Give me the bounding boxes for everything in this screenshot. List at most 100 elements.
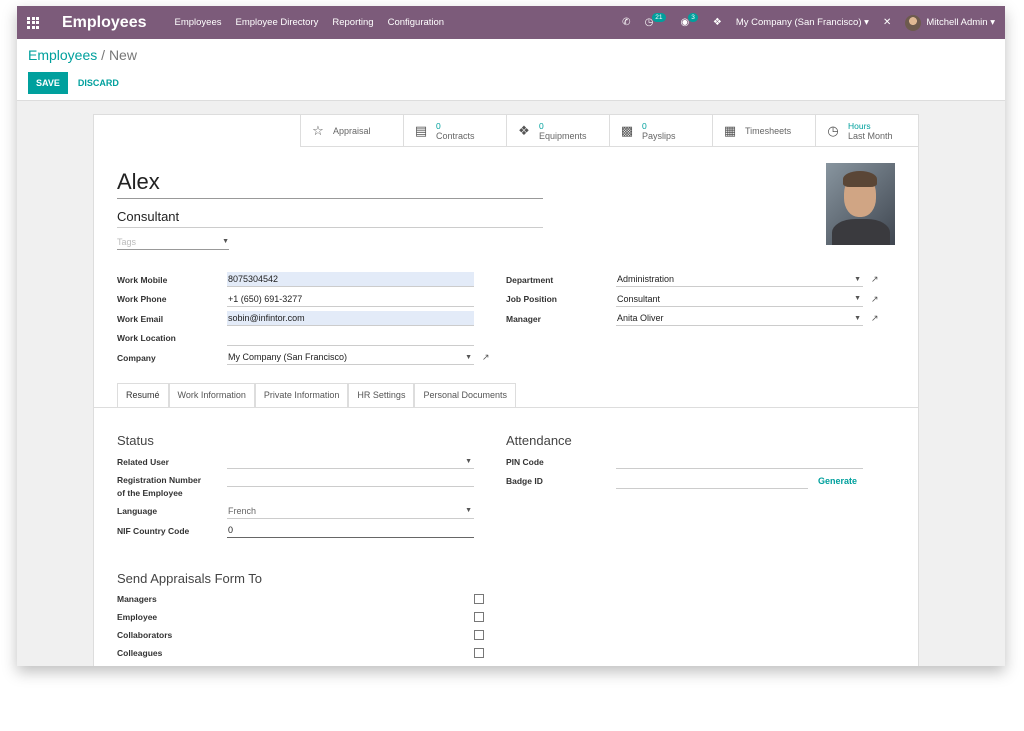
menu-item-reporting[interactable]: Reporting [332,17,373,28]
right-field-group: Department Administration ▼ ↗ Job Positio… [506,270,895,368]
clock-icon: ◷ [827,123,839,138]
contracts-button[interactable]: ▤ 0 Contracts [403,115,506,147]
chevron-down-icon: ▼ [854,314,861,322]
tools-icon[interactable]: ✕ [883,17,891,28]
user-name: Mitchell Admin [926,17,988,28]
manager-select[interactable]: Anita Oliver ▼ [616,311,863,327]
department-select[interactable]: Administration ▼ [616,272,863,288]
star-icon: ☆ [312,123,324,138]
appraisal-row-collaborators: Collaborators [117,626,895,644]
work-mobile-label: Work Mobile [117,274,168,285]
breadcrumb: Employees / New [28,47,994,63]
job-position-label: Job Position [506,294,557,305]
tab-resume[interactable]: Resumé [117,383,169,407]
user-menu[interactable]: Mitchell Admin ▾ [926,17,995,28]
menu-item-configuration[interactable]: Configuration [388,17,445,28]
attendance-group: Attendance PIN Code Badge ID Generate [506,433,895,541]
language-label: Language [117,506,158,517]
status-group: Status Related User ▼ Registration Numbe… [117,433,506,541]
related-user-select[interactable]: ▼ [227,454,474,470]
external-link-icon[interactable]: ↗ [871,294,879,305]
tab-hr-settings[interactable]: HR Settings [348,383,415,407]
work-location-label: Work Location [117,333,176,344]
tags-input[interactable]: Tags ▼ [117,232,229,250]
job-title-input[interactable]: Consultant [117,203,543,228]
money-icon: ▩ [620,123,634,138]
contracts-label: Contracts [436,131,475,141]
apps-grid-icon[interactable] [27,16,41,29]
generate-badge-button[interactable]: Generate [818,476,857,486]
manager-value: Anita Oliver [617,313,664,324]
appraisal-employee-checkbox[interactable] [474,611,484,622]
registration-number-input[interactable] [227,472,474,487]
chat-icon[interactable]: ◉ 3 [681,13,699,28]
field-row-nif-country-code: NIF Country Code 0 [117,521,506,541]
work-email-label: Work Email [117,313,164,324]
appraisal-colleagues-checkbox[interactable] [474,647,484,658]
menu-item-employees[interactable]: Employees [174,17,221,28]
nif-country-code-label: NIF Country Code [117,525,190,536]
appraisal-title: Send Appraisals Form To [117,570,262,586]
external-link-icon[interactable]: ↗ [482,352,490,363]
employee-fields: Work Mobile 8075304542 Work Phone +1 (65… [117,270,895,368]
field-row-manager: Manager Anita Oliver ▼ ↗ [506,309,895,329]
work-phone-input[interactable]: +1 (650) 691-3277 [227,292,474,307]
tags-placeholder: Tags [117,237,137,247]
employee-name-input[interactable]: Alex [117,169,543,199]
job-position-value: Consultant [617,293,661,304]
tab-private-information[interactable]: Private Information [254,383,349,407]
timesheets-button[interactable]: ▦ Timesheets [712,115,815,147]
field-row-department: Department Administration ▼ ↗ [506,270,895,290]
breadcrumb-separator: / [101,47,106,63]
company-select[interactable]: My Company (San Francisco) ▼ [227,350,474,366]
nif-country-code-input[interactable]: 0 [227,523,474,539]
discard-button[interactable]: DISCARD [78,78,119,88]
pin-code-input[interactable] [616,454,863,470]
chevron-down-icon: ▼ [465,457,472,465]
equipments-button[interactable]: ❖ 0 Equipments [506,115,609,147]
external-link-icon[interactable]: ↗ [871,274,879,285]
appraisal-managers-checkbox[interactable] [474,593,484,604]
tab-divider [94,407,918,408]
activity-badge: 21 [652,13,666,22]
activity-icon[interactable]: ◷ 21 [645,13,667,28]
field-row-work-phone: Work Phone +1 (650) 691-3277 [117,290,506,310]
avatar[interactable] [905,14,922,31]
payslips-button[interactable]: ▩ 0 Payslips [609,115,712,147]
message-badge: 3 [688,13,698,22]
save-button[interactable]: SAVE [28,72,68,94]
external-link-icon[interactable]: ↗ [871,313,879,324]
company-switcher[interactable]: My Company (San Francisco) ▾ [736,17,869,28]
hours-button[interactable]: ◷ Hours Last Month [815,115,918,147]
language-select[interactable]: French ▼ [227,504,474,519]
badge-id-label: Badge ID [506,476,543,487]
appraisal-collaborators-checkbox[interactable] [474,629,484,640]
appraisal-label: Appraisal [333,126,371,136]
work-location-input[interactable] [227,331,474,346]
app-name[interactable]: Employees [62,14,146,32]
field-row-company: Company My Company (San Francisco) ▼ ↗ [117,348,506,368]
hours-value: Hours [848,121,871,131]
company-label: Company [117,352,156,363]
work-phone-label: Work Phone [117,294,167,305]
appraisal-button[interactable]: ☆ Appraisal [300,115,403,147]
work-mobile-input[interactable]: 8075304542 [227,272,474,288]
tab-work-information[interactable]: Work Information [168,383,255,407]
phone-icon[interactable]: ✆ [622,17,630,28]
badge-id-input[interactable] [616,474,808,489]
gift-icon[interactable]: ❖ [713,17,722,28]
language-value: French [228,505,257,516]
job-position-select[interactable]: Consultant ▼ [616,292,863,307]
control-panel: Employees / New SAVE DISCARD [17,39,1005,101]
menu-item-employee-directory[interactable]: Employee Directory [235,17,318,28]
equipments-count: 0 [539,121,544,131]
breadcrumb-employees[interactable]: Employees [28,47,97,63]
tab-personal-documents[interactable]: Personal Documents [414,383,516,407]
company-switcher-label: My Company (San Francisco) [735,17,862,28]
status-title: Status [117,433,154,448]
registration-number-label: Registration Number of the Employee [117,474,227,500]
chevron-down-icon: ▼ [222,238,229,245]
equipments-label: Equipments [539,131,587,141]
work-email-input[interactable]: sobin@infintor.com [227,311,474,327]
employee-photo[interactable] [826,163,895,245]
